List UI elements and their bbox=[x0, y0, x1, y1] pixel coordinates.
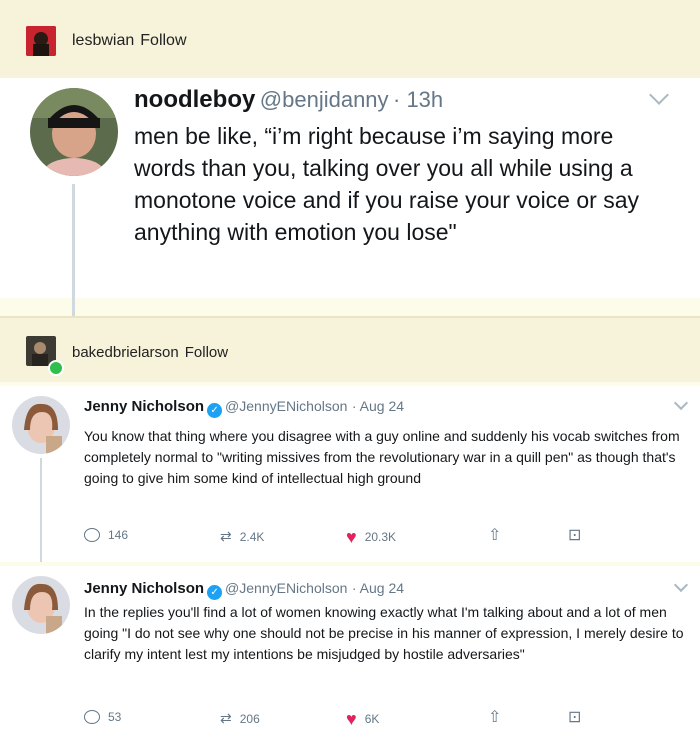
thread-line bbox=[40, 458, 42, 562]
retweet-icon: ⇄ bbox=[220, 710, 232, 726]
tweet-timestamp[interactable]: · 13h bbox=[393, 87, 443, 112]
tweet-actions: 146 ⇄ 2.4K ♥ 20.3K ⇧ ⊡ bbox=[84, 528, 604, 550]
heart-icon: ♥ bbox=[346, 527, 357, 547]
tweet-author-handle[interactable]: @JennyENicholson bbox=[225, 398, 347, 414]
noodleboy-avatar[interactable] bbox=[30, 88, 118, 176]
tweet-card-jenny-1: Jenny Nicholson ✓ @JennyENicholson · Aug 2… bbox=[0, 386, 700, 562]
reply-button[interactable]: 146 bbox=[84, 528, 128, 542]
verified-icon: ✓ bbox=[207, 585, 223, 600]
reply-button[interactable]: 53 bbox=[84, 710, 121, 724]
follow-button[interactable]: Follow bbox=[185, 344, 228, 361]
lesbwian-avatar[interactable] bbox=[26, 26, 56, 56]
dm-button[interactable]: ⊡ bbox=[568, 528, 581, 544]
like-count: 20.3K bbox=[364, 530, 397, 544]
retweet-button[interactable]: ⇄ 2.4K bbox=[220, 528, 264, 545]
verified-icon: ✓ bbox=[207, 403, 223, 418]
like-count: 6K bbox=[364, 712, 380, 726]
tweet-author-name[interactable]: Jenny Nicholson bbox=[84, 580, 204, 597]
reblog-header-1: lesbwian Follow bbox=[0, 0, 700, 78]
retweet-button[interactable]: ⇄ 206 bbox=[220, 710, 260, 727]
tweet-timestamp[interactable]: · Aug 24 bbox=[352, 398, 404, 414]
share-icon: ⇧ bbox=[488, 709, 502, 726]
online-badge-icon bbox=[48, 360, 64, 376]
follow-button[interactable]: Follow bbox=[140, 32, 186, 49]
tweet-author-name[interactable]: Jenny Nicholson bbox=[84, 398, 204, 415]
retweet-count: 206 bbox=[239, 711, 260, 726]
tweet-text: men be like, “i’m right because i’m sayi… bbox=[134, 123, 639, 245]
retweet-count: 2.4K bbox=[239, 529, 265, 544]
reblog-header-2: bakedbrielarson Follow bbox=[0, 316, 700, 382]
tweet-card-noodleboy: noodleboy @benjidanny · 13h men be like,… bbox=[0, 78, 700, 374]
share-button[interactable]: ⇧ bbox=[488, 710, 501, 726]
tweet-author-handle[interactable]: @benjidanny bbox=[260, 87, 389, 112]
tweet-timestamp[interactable]: · Aug 24 bbox=[352, 580, 404, 596]
chevron-down-icon[interactable] bbox=[673, 395, 689, 411]
reply-count: 146 bbox=[108, 528, 129, 542]
like-button[interactable]: ♥ 20.3K bbox=[346, 528, 396, 546]
chevron-down-icon[interactable] bbox=[649, 85, 669, 105]
tweet-author-handle[interactable]: @JennyENicholson bbox=[225, 580, 347, 596]
tweet-card-jenny-2: Jenny Nicholson ✓ @JennyENicholson · Aug 2… bbox=[0, 566, 700, 744]
jenny-avatar[interactable] bbox=[12, 576, 70, 634]
tweet-text: In the replies you'll find a lot of wome… bbox=[84, 604, 684, 662]
tweet-actions: 53 ⇄ 206 ♥ 6K ⇧ ⊡ bbox=[84, 710, 604, 732]
share-icon: ⇧ bbox=[488, 527, 502, 544]
robot-icon: ⊡ bbox=[568, 709, 582, 726]
reblog-username[interactable]: lesbwian bbox=[72, 32, 134, 49]
robot-icon: ⊡ bbox=[568, 527, 582, 544]
reply-icon bbox=[84, 528, 100, 542]
reblog-username[interactable]: bakedbrielarson bbox=[72, 344, 179, 361]
like-button[interactable]: ♥ 6K bbox=[346, 710, 379, 728]
tweet-text: You know that thing where you disagree w… bbox=[84, 428, 680, 486]
jenny-avatar[interactable] bbox=[12, 396, 70, 454]
chevron-down-icon[interactable] bbox=[673, 577, 689, 593]
dm-button[interactable]: ⊡ bbox=[568, 710, 581, 726]
retweet-icon: ⇄ bbox=[220, 528, 232, 544]
reply-count: 53 bbox=[108, 710, 122, 724]
share-button[interactable]: ⇧ bbox=[488, 528, 501, 544]
heart-icon: ♥ bbox=[346, 709, 357, 729]
reply-icon bbox=[84, 710, 100, 724]
tweet-author-name[interactable]: noodleboy bbox=[134, 86, 255, 113]
